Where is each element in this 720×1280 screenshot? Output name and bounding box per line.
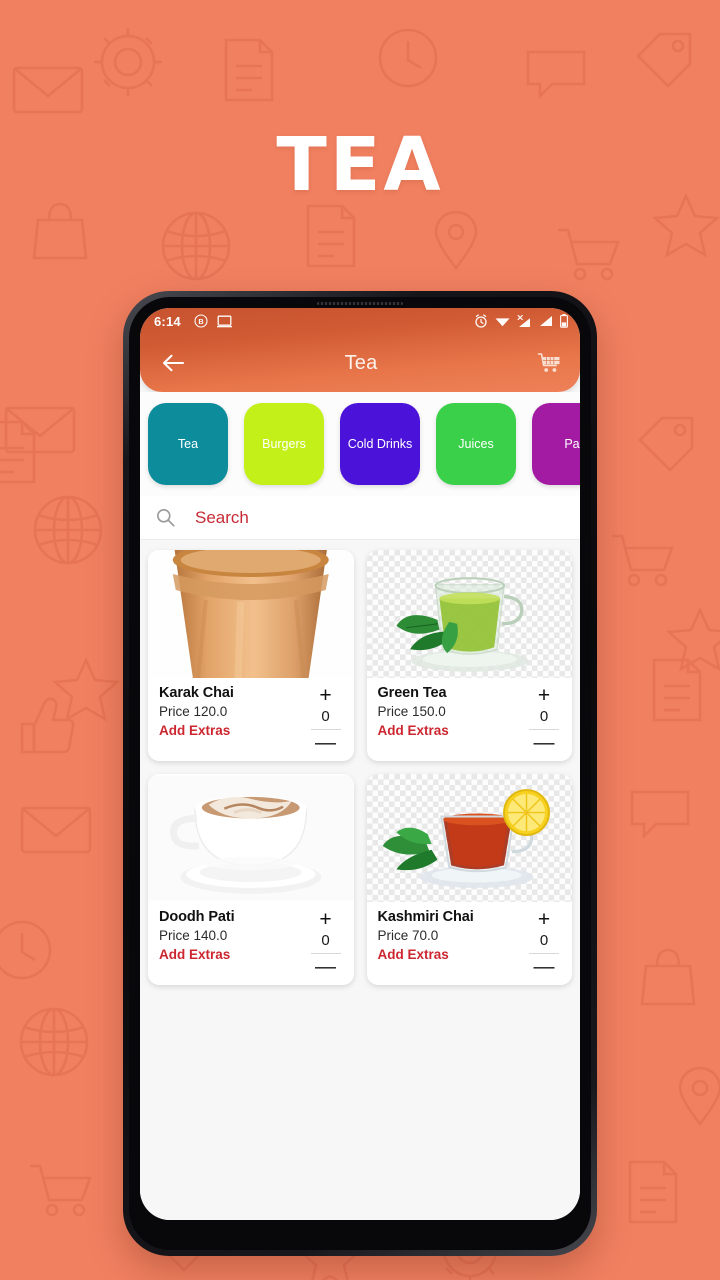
quantity-value: 0 bbox=[529, 705, 559, 730]
arrow-left-icon bbox=[162, 354, 185, 372]
increment-button[interactable]: + bbox=[319, 909, 331, 930]
promo-title: TEA bbox=[276, 122, 444, 208]
product-grid-area: Karak Chai Price 120.0 Add Extras + 0 — bbox=[140, 540, 580, 1220]
product-price: Price 120.0 bbox=[159, 704, 228, 719]
decrement-button[interactable]: — bbox=[315, 956, 336, 977]
product-image-karak-chai bbox=[148, 550, 354, 678]
increment-button[interactable]: + bbox=[538, 685, 550, 706]
speaker-grille bbox=[317, 302, 403, 305]
quantity-stepper[interactable]: + 0 — bbox=[307, 685, 345, 753]
product-card[interactable]: Karak Chai Price 120.0 Add Extras + 0 — bbox=[148, 550, 354, 761]
svg-text:B: B bbox=[198, 317, 203, 326]
product-name: Doodh Pati bbox=[159, 909, 235, 925]
category-chip-burgers[interactable]: Burgers bbox=[244, 403, 324, 485]
phone-screen: 6:14 B Tea Tea Burgers Cold Drinks Juice… bbox=[140, 308, 580, 1220]
wifi-icon bbox=[495, 318, 510, 327]
category-chip-label: Burgers bbox=[262, 437, 306, 451]
add-extras-link[interactable]: Add Extras bbox=[159, 947, 307, 962]
app-bar: Tea bbox=[140, 334, 580, 392]
category-chip-tea[interactable]: Tea bbox=[148, 403, 228, 485]
signal-no-sim-icon bbox=[517, 314, 530, 327]
category-chip-label: Pa bbox=[564, 437, 580, 451]
battery-icon bbox=[560, 314, 568, 328]
add-extras-link[interactable]: Add Extras bbox=[159, 723, 307, 738]
add-extras-link[interactable]: Add Extras bbox=[378, 723, 526, 738]
category-chip-label: Cold Drinks bbox=[347, 437, 413, 451]
category-chip-label: Tea bbox=[177, 437, 199, 451]
product-price: Price 70.0 bbox=[377, 928, 439, 943]
quantity-value: 0 bbox=[310, 929, 341, 954]
decrement-button[interactable]: — bbox=[534, 956, 555, 977]
product-price: Price 150.0 bbox=[377, 704, 446, 719]
category-chip-label: Juices bbox=[458, 437, 494, 451]
quantity-value: 0 bbox=[529, 929, 559, 954]
app-bar-title: Tea bbox=[344, 351, 378, 374]
product-name: Green Tea bbox=[377, 685, 447, 701]
quantity-stepper[interactable]: + 0 — bbox=[525, 685, 563, 753]
status-bar: 6:14 B bbox=[140, 308, 580, 334]
phone-bezel: 6:14 B Tea Tea Burgers Cold Drinks Juice… bbox=[129, 297, 591, 1250]
category-chips[interactable]: Tea Burgers Cold Drinks Juices Pa bbox=[140, 392, 580, 496]
product-price: Price 140.0 bbox=[159, 928, 228, 943]
product-image-kashmiri-chai bbox=[366, 774, 572, 902]
increment-button[interactable]: + bbox=[319, 685, 331, 706]
product-grid: Karak Chai Price 120.0 Add Extras + 0 — bbox=[148, 550, 572, 985]
product-card-body: Kashmiri Chai Price 70.0 Add Extras + 0 … bbox=[367, 902, 573, 985]
category-chip-cold-drinks[interactable]: Cold Drinks bbox=[340, 403, 420, 485]
product-card-body: Doodh Pati Price 140.0 Add Extras + 0 — bbox=[148, 902, 354, 985]
shopping-cart-icon bbox=[537, 353, 560, 372]
quantity-stepper[interactable]: + 0 — bbox=[525, 909, 563, 977]
product-card[interactable]: Green Tea Price 150.0 Add Extras + 0 — bbox=[366, 550, 573, 761]
product-card[interactable]: Kashmiri Chai Price 70.0 Add Extras + 0 … bbox=[366, 774, 573, 985]
category-chip-partial[interactable]: Pa bbox=[532, 403, 580, 485]
search-icon bbox=[156, 508, 175, 527]
product-name: Kashmiri Chai bbox=[377, 909, 474, 925]
product-card-body: Green Tea Price 150.0 Add Extras + 0 — bbox=[367, 678, 573, 761]
search-bar[interactable] bbox=[140, 496, 580, 540]
product-image-doodh-pati bbox=[148, 774, 354, 902]
add-extras-link[interactable]: Add Extras bbox=[378, 947, 526, 962]
product-card[interactable]: Doodh Pati Price 140.0 Add Extras + 0 — bbox=[148, 774, 354, 985]
back-button[interactable] bbox=[158, 348, 188, 378]
alarm-clock-icon bbox=[475, 314, 487, 328]
cart-button[interactable] bbox=[534, 348, 564, 378]
phone-frame: 6:14 B Tea Tea Burgers Cold Drinks Juice… bbox=[123, 291, 597, 1256]
category-chip-juices[interactable]: Juices bbox=[436, 403, 516, 485]
product-name: Karak Chai bbox=[159, 685, 234, 701]
quantity-value: 0 bbox=[310, 705, 341, 730]
search-input[interactable] bbox=[195, 507, 564, 528]
signal-bars-icon bbox=[540, 316, 552, 326]
decrement-button[interactable]: — bbox=[534, 732, 555, 753]
promo-background: TEA 6:14 B Tea Tea Burgers Cold Drinks J… bbox=[0, 0, 720, 1280]
quantity-stepper[interactable]: + 0 — bbox=[307, 909, 345, 977]
decrement-button[interactable]: — bbox=[315, 732, 336, 753]
increment-button[interactable]: + bbox=[538, 909, 550, 930]
product-image-green-tea bbox=[366, 550, 572, 678]
status-bar-clock: 6:14 bbox=[154, 313, 181, 329]
product-card-body: Karak Chai Price 120.0 Add Extras + 0 — bbox=[148, 678, 354, 761]
app-bar-container: 6:14 B Tea bbox=[140, 308, 580, 392]
circled-b-icon: B bbox=[194, 314, 208, 328]
cast-screen-icon bbox=[216, 315, 232, 327]
